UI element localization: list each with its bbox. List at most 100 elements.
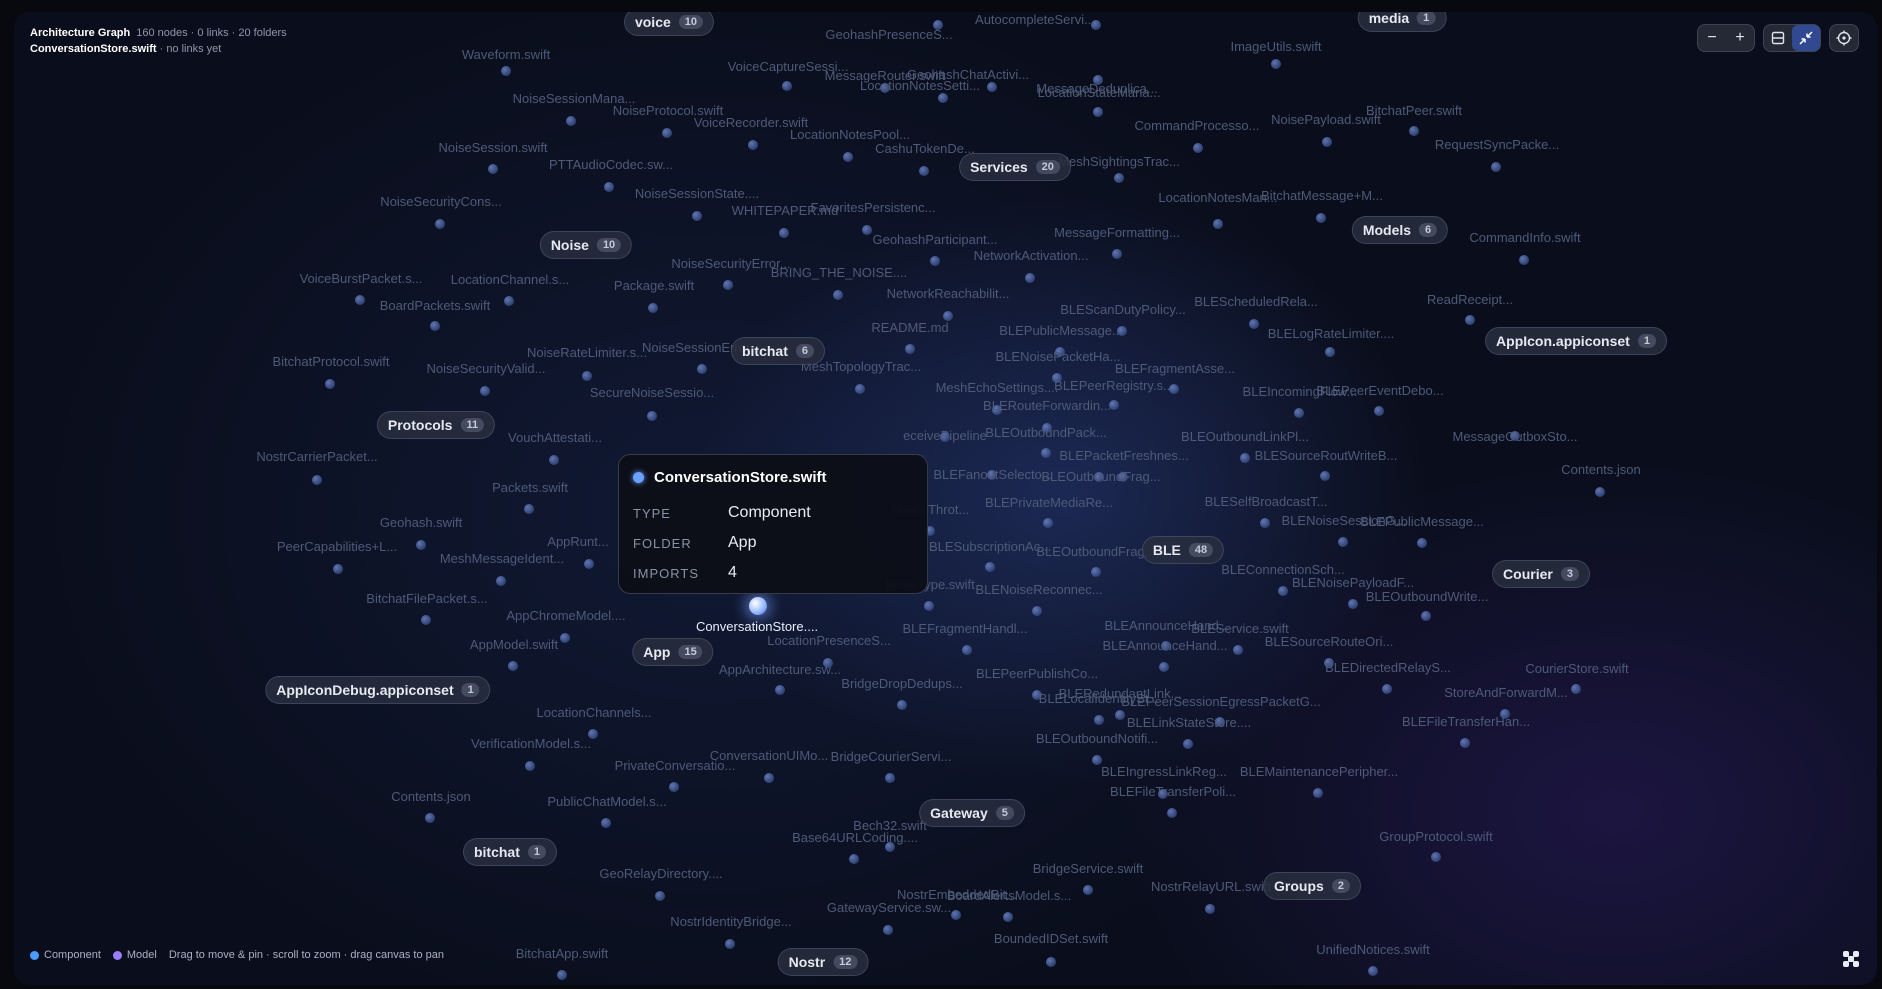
graph-node[interactable] [669, 782, 679, 792]
graph-node[interactable] [1183, 739, 1193, 749]
graph-node[interactable] [1368, 966, 1378, 976]
graph-node[interactable] [508, 661, 518, 671]
graph-node[interactable] [435, 219, 445, 229]
graph-node[interactable] [775, 685, 785, 695]
graph-node[interactable] [312, 475, 322, 485]
folder-cluster-services[interactable]: Services 20 [959, 153, 1071, 181]
graph-node[interactable] [549, 455, 559, 465]
graph-node[interactable] [647, 411, 657, 421]
graph-node[interactable] [648, 303, 658, 313]
graph-node[interactable] [1348, 599, 1358, 609]
graph-node[interactable] [1460, 738, 1470, 748]
graph-node[interactable] [480, 386, 490, 396]
graph-node[interactable] [930, 256, 940, 266]
graph-node[interactable] [355, 295, 365, 305]
graph-node[interactable] [1325, 347, 1335, 357]
graph-node[interactable] [557, 970, 567, 980]
graph-node[interactable] [862, 225, 872, 235]
graph-node[interactable] [987, 82, 997, 92]
graph-node[interactable] [525, 761, 535, 771]
graph-node[interactable] [1167, 808, 1177, 818]
graph-node[interactable] [1409, 126, 1419, 136]
graph-node[interactable] [725, 939, 735, 949]
graph-node[interactable] [779, 228, 789, 238]
graph-node[interactable] [1417, 538, 1427, 548]
zoom-in-button[interactable]: + [1726, 25, 1754, 51]
graph-node[interactable] [496, 576, 506, 586]
graph-node[interactable] [1233, 645, 1243, 655]
graph-node[interactable] [1091, 567, 1101, 577]
graph-node[interactable] [1338, 537, 1348, 547]
graph-node[interactable] [748, 140, 758, 150]
folder-cluster-app[interactable]: App 15 [632, 638, 714, 666]
graph-node[interactable] [1093, 107, 1103, 117]
graph-node[interactable] [1382, 684, 1392, 694]
graph-node[interactable] [655, 891, 665, 901]
graph-node[interactable] [1213, 219, 1223, 229]
graph-canvas[interactable]: Waveform.swift GeohashPresenceS... Autocom… [14, 12, 1877, 985]
graph-node[interactable] [883, 925, 893, 935]
graph-node[interactable] [1320, 471, 1330, 481]
graph-node[interactable] [1114, 173, 1124, 183]
folder-cluster-appicon-appiconset[interactable]: AppIcon.appiconset 1 [1485, 327, 1667, 355]
graph-node[interactable] [325, 379, 335, 389]
graph-node[interactable] [1046, 957, 1056, 967]
graph-node[interactable] [919, 166, 929, 176]
graph-node[interactable] [1083, 885, 1093, 895]
graph-node[interactable] [1322, 137, 1332, 147]
graph-node[interactable] [662, 128, 672, 138]
graph-node[interactable] [430, 321, 440, 331]
graph-node[interactable] [1431, 852, 1441, 862]
folder-cluster-bitchat[interactable]: bitchat 6 [730, 337, 826, 365]
graph-node[interactable] [1025, 273, 1035, 283]
graph-node[interactable] [501, 66, 511, 76]
graph-node[interactable] [1491, 162, 1501, 172]
graph-node[interactable] [1313, 788, 1323, 798]
graph-node[interactable] [1465, 315, 1475, 325]
graph-node[interactable] [560, 633, 570, 643]
recenter-button[interactable] [1830, 25, 1858, 51]
graph-node[interactable] [951, 910, 961, 920]
graph-node[interactable] [416, 540, 426, 550]
graph-node[interactable] [723, 280, 733, 290]
graph-node[interactable] [843, 152, 853, 162]
graph-node[interactable] [1519, 255, 1529, 265]
graph-node[interactable] [782, 81, 792, 91]
graph-node[interactable] [1112, 249, 1122, 259]
graph-node[interactable] [833, 290, 843, 300]
graph-node[interactable] [1193, 143, 1203, 153]
graph-node[interactable] [1094, 715, 1104, 725]
graph-node[interactable] [1032, 606, 1042, 616]
split-view-button[interactable] [1764, 25, 1792, 51]
graph-node[interactable] [1271, 59, 1281, 69]
graph-node[interactable] [1249, 319, 1259, 329]
graph-node[interactable] [1240, 453, 1250, 463]
graph-node[interactable] [897, 700, 907, 710]
folder-cluster-nostr[interactable]: Nostr 12 [777, 948, 869, 976]
graph-node[interactable] [1571, 684, 1581, 694]
graph-node[interactable] [1041, 448, 1051, 458]
graph-node[interactable] [601, 818, 611, 828]
graph-node[interactable] [985, 562, 995, 572]
collapse-button[interactable] [1792, 25, 1820, 51]
graph-node[interactable] [425, 813, 435, 823]
zoom-out-button[interactable]: − [1698, 25, 1726, 51]
graph-node[interactable] [504, 296, 514, 306]
graph-node[interactable] [1003, 912, 1013, 922]
graph-node[interactable] [333, 564, 343, 574]
graph-node[interactable] [855, 384, 865, 394]
graph-node[interactable] [1159, 662, 1169, 672]
folder-cluster-voice[interactable]: voice 10 [623, 12, 715, 36]
graph-node[interactable] [604, 182, 614, 192]
graph-node[interactable] [1278, 586, 1288, 596]
folder-cluster-appicondebug-appiconset[interactable]: AppIconDebug.appiconset 1 [265, 676, 491, 704]
graph-node[interactable] [697, 364, 707, 374]
graph-node[interactable] [584, 559, 594, 569]
graph-node[interactable] [566, 116, 576, 126]
graph-node[interactable] [1260, 518, 1270, 528]
graph-node[interactable] [849, 854, 859, 864]
graph-node[interactable] [764, 773, 774, 783]
folder-cluster-noise[interactable]: Noise 10 [539, 231, 633, 259]
graph-node[interactable] [488, 164, 498, 174]
folder-cluster-bitchat[interactable]: bitchat 1 [462, 838, 558, 866]
